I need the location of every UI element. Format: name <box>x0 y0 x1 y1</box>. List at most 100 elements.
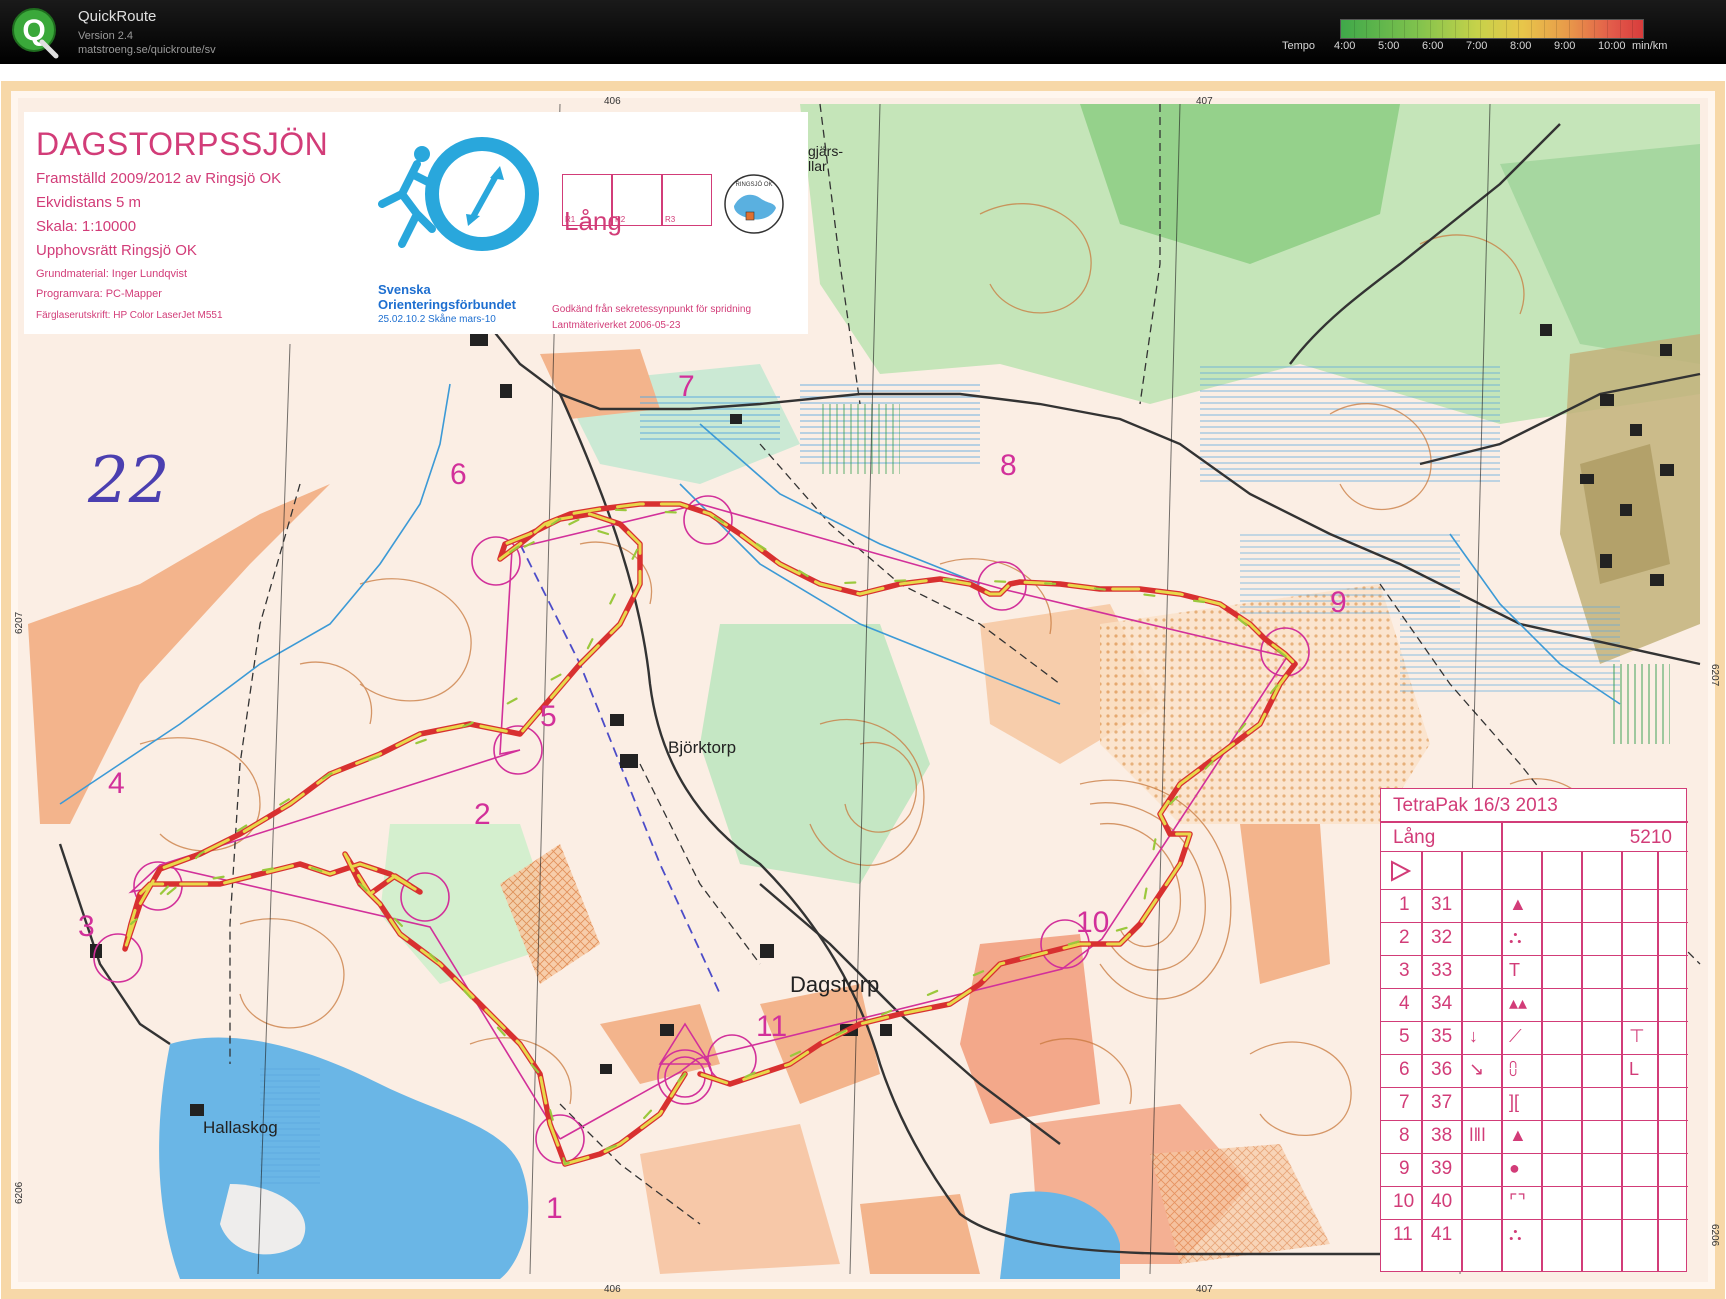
control-number-9: 9 <box>1330 586 1347 619</box>
description-cell-d: T <box>1509 960 1520 980</box>
description-cell-code: 31 <box>1431 894 1453 915</box>
grid-label-bottom-406: 406 <box>604 1284 621 1295</box>
map-info-header: DAGSTORPSSJÖN Framställd 2009/2012 av Ri… <box>24 112 808 334</box>
description-cell-d: ⛬ <box>1509 927 1522 947</box>
description-event: TetraPak 16/3 2013 <box>1393 795 1558 816</box>
federation-logo-icon <box>378 137 539 251</box>
description-row: 2 32 ⛬ <box>1381 922 1688 955</box>
map-view[interactable]: 406 407 406 407 6207 6206 6207 6206 Björ… <box>0 64 1726 1299</box>
description-cell-c: ↘ <box>1469 1059 1485 1079</box>
description-row: 7 37 ][ <box>1381 1087 1688 1120</box>
tempo-tick-label: 5:00 <box>1378 40 1400 52</box>
description-row: 6 36 ↘ ⩇ L <box>1381 1054 1688 1087</box>
description-cell-d: ▲ <box>1509 894 1527 914</box>
app-url[interactable]: matstroeng.se/quickroute/sv <box>78 44 216 56</box>
control-number-10: 10 <box>1076 906 1110 939</box>
grid-label-bottom-407: 407 <box>1196 1284 1213 1295</box>
description-cell-c: ↓ <box>1469 1026 1478 1046</box>
description-cell-d: ▴▴ <box>1509 993 1528 1013</box>
info-line-contour: Ekvidistans 5 m <box>36 194 142 211</box>
place-name-partial: gjärs- llar <box>808 143 844 174</box>
description-cell-n: 4 <box>1399 993 1410 1014</box>
description-cell-code: 37 <box>1431 1092 1453 1113</box>
description-cell-n: 9 <box>1399 1158 1410 1179</box>
app-header: Q QuickRoute Version 2.4 matstroeng.se/q… <box>0 0 1726 64</box>
info-line-producer: Framställd 2009/2012 av Ringsjö OK <box>36 170 282 187</box>
description-row: 11 41 ⛬ <box>1381 1219 1688 1252</box>
description-cell-code: 38 <box>1431 1125 1453 1146</box>
info-line-base: Grundmaterial: Inger Lundqvist <box>36 268 188 280</box>
description-cell-code: 41 <box>1431 1224 1453 1245</box>
federation-name-line2: Orienteringsförbundet <box>378 297 516 312</box>
tempo-tick-label: 8:00 <box>1510 40 1532 52</box>
tempo-label: Tempo <box>1282 40 1316 52</box>
description-length: 5210 <box>1629 827 1672 848</box>
control-number-4: 4 <box>108 767 125 800</box>
control-number-5: 5 <box>540 700 557 733</box>
description-cell-code: 34 <box>1431 993 1453 1014</box>
tempo-tick-label: 9:00 <box>1554 40 1576 52</box>
grid-label-left-6207: 6207 <box>14 611 25 634</box>
description-cell-n: 1 <box>1399 894 1410 915</box>
tempo-color-scale <box>1340 19 1644 39</box>
description-cell-code: 33 <box>1431 960 1453 981</box>
info-line-copyright: Upphovsrätt Ringsjö OK <box>36 242 197 259</box>
description-row: 9 39 ● <box>1381 1153 1688 1186</box>
info-line-scale: Skala: 1:10000 <box>36 218 137 235</box>
description-cell-d: ⩇ <box>1509 1059 1518 1079</box>
federation-code: 25.02.10.2 Skåne mars-10 <box>378 314 496 325</box>
result-box-3: R3 <box>662 174 712 226</box>
control-number-11: 11 <box>756 1010 788 1043</box>
description-cell-n: 5 <box>1399 1026 1410 1047</box>
control-number-6: 6 <box>450 458 467 491</box>
tempo-tick-label: 10:00 <box>1598 40 1626 52</box>
description-cell-d: ⛬ <box>1509 1224 1522 1244</box>
info-line-software: Programvara: PC-Mapper <box>36 288 162 300</box>
grid-label-right-6206: 6206 <box>1709 1224 1720 1247</box>
description-cell-code: 39 <box>1431 1158 1453 1179</box>
tempo-unit-label: min/km <box>1632 40 1668 52</box>
description-cell-code: 32 <box>1431 927 1453 948</box>
description-row: 4 34 ▴▴ <box>1381 988 1688 1021</box>
course-class: Lång <box>564 206 622 236</box>
control-number-3: 3 <box>78 910 95 943</box>
description-cell-n: 10 <box>1393 1191 1415 1212</box>
description-cell-d: ● <box>1509 1158 1520 1178</box>
tempo-tick-label: 4:00 <box>1334 40 1356 52</box>
description-cell-c: ǀǁǀ <box>1469 1125 1486 1145</box>
control-number-8: 8 <box>1000 449 1017 482</box>
handwritten-note: 22 <box>88 444 170 518</box>
description-start-row <box>1381 851 1688 889</box>
info-line-printer: Färglaserutskrift: HP Color LaserJet M55… <box>36 310 223 321</box>
control-number-7: 7 <box>678 370 695 403</box>
description-cell-code: 35 <box>1431 1026 1453 1047</box>
control-description-card: TetraPak 16/3 2013 Lång 5210 1 31 ▲ 2 32 ⛬ 3 3 3… <box>1380 788 1688 1272</box>
start-triangle-icon <box>1391 860 1411 882</box>
description-cell-d: ⟋ <box>1509 1026 1522 1046</box>
tempo-tick-label: 6:00 <box>1422 40 1444 52</box>
description-row: 8 38 ǀǁǀ ▲ <box>1381 1120 1688 1153</box>
description-cell-n: 6 <box>1399 1059 1410 1080</box>
svg-text:RINGSJÖ OK: RINGSJÖ OK <box>735 181 772 188</box>
quickroute-logo-icon: Q <box>12 8 59 59</box>
description-cell-d: ⌜⌝ <box>1509 1191 1526 1211</box>
description-cell-n: 8 <box>1399 1125 1410 1146</box>
description-cell-g: ⊤ <box>1629 1026 1645 1046</box>
description-cell-n: 2 <box>1399 927 1410 948</box>
description-row: 3 33 T <box>1381 955 1688 988</box>
place-name-bjorktorp: Björktorp <box>668 738 737 757</box>
approval-line1: Godkänd från sekretessynpunkt för spridn… <box>552 304 751 315</box>
description-class: Lång <box>1393 827 1436 848</box>
control-number-1: 1 <box>546 1192 563 1225</box>
description-row: 10 40 ⌜⌝ <box>1381 1186 1688 1219</box>
app-title: QuickRoute <box>78 8 157 25</box>
place-name-dagstorp: Dagstorp <box>790 972 880 997</box>
description-cell-n: 7 <box>1399 1092 1410 1113</box>
tempo-tick-label: 7:00 <box>1466 40 1488 52</box>
grid-label-left-6206: 6206 <box>14 1181 25 1204</box>
description-cell-code: 40 <box>1431 1191 1453 1212</box>
description-cell-d: ][ <box>1509 1092 1520 1112</box>
grid-label-top-406: 406 <box>604 96 621 107</box>
place-name-hallaskog: Hallaskog <box>203 1118 278 1137</box>
description-row: 5 35 ↓ ⟋ ⊤ <box>1381 1021 1688 1054</box>
